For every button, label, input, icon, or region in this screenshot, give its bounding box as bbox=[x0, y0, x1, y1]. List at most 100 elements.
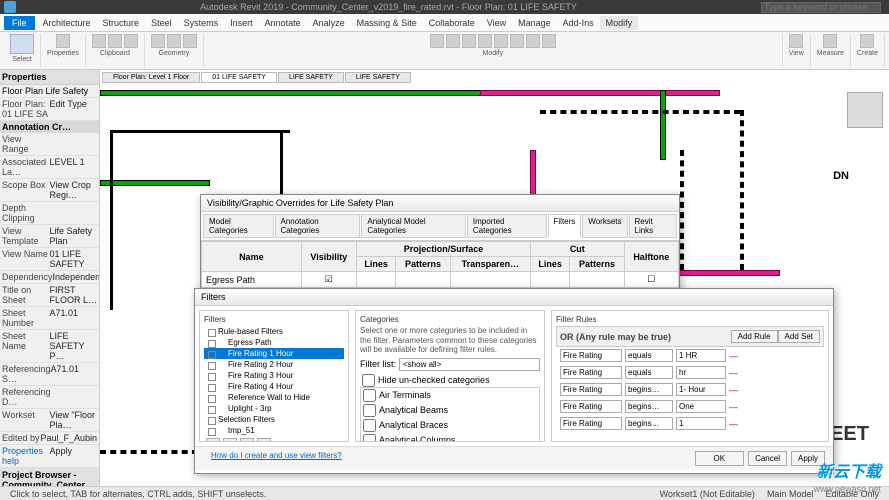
rule-operator-select[interactable]: begins… bbox=[625, 400, 673, 413]
filter-tree-item[interactable]: Fire Rating 1 Hour bbox=[204, 348, 344, 359]
property-row[interactable]: Edited byPaul_F_Aubin bbox=[0, 432, 99, 445]
menu-tab-analyze[interactable]: Analyze bbox=[307, 16, 351, 30]
menu-tab-structure[interactable]: Structure bbox=[97, 16, 146, 30]
view-icon[interactable] bbox=[789, 34, 803, 48]
measure-icon[interactable] bbox=[823, 34, 837, 48]
scale-icon[interactable] bbox=[542, 34, 556, 48]
vg-tab[interactable]: Revit Links bbox=[629, 214, 678, 238]
menu-tab-systems[interactable]: Systems bbox=[178, 16, 225, 30]
menu-tab-collaborate[interactable]: Collaborate bbox=[423, 16, 481, 30]
delete-rule-icon[interactable]: — bbox=[729, 368, 739, 378]
properties-help[interactable]: Properties help Apply bbox=[0, 445, 99, 468]
status-main-model[interactable]: Main Model bbox=[767, 489, 814, 499]
property-row[interactable]: View Name01 LIFE SAFETY bbox=[0, 248, 99, 271]
vg-tab[interactable]: Model Categories bbox=[203, 214, 274, 238]
property-row[interactable]: Depth Clipping bbox=[0, 202, 99, 225]
filter-tree-item[interactable]: Fire Rating 3 Hour bbox=[204, 370, 344, 381]
mirror-icon[interactable] bbox=[478, 34, 492, 48]
menu-tab-add-ins[interactable]: Add-Ins bbox=[557, 16, 600, 30]
filter-tree-item[interactable]: Fire Rating 4 Hour bbox=[204, 381, 344, 392]
menu-tab-steel[interactable]: Steel bbox=[145, 16, 178, 30]
vg-tab[interactable]: Filters bbox=[548, 214, 582, 238]
category-checkbox[interactable]: Analytical Columns bbox=[361, 433, 539, 442]
cut-icon[interactable] bbox=[108, 34, 122, 48]
modify-tool-icon[interactable] bbox=[10, 34, 34, 54]
help-search-input[interactable] bbox=[761, 2, 881, 13]
category-checkbox[interactable]: Analytical Beams bbox=[361, 403, 539, 418]
property-row[interactable]: Associated La…LEVEL 1 bbox=[0, 156, 99, 179]
menu-tab-architecture[interactable]: Architecture bbox=[37, 16, 97, 30]
category-checkbox[interactable]: Analytical Braces bbox=[361, 418, 539, 433]
vg-filter-row[interactable]: Egress Path☑☐ bbox=[202, 272, 679, 288]
property-row[interactable]: Scope BoxView Crop Regi… bbox=[0, 179, 99, 202]
delete-filter-icon[interactable] bbox=[257, 438, 271, 442]
vg-tab[interactable]: Annotation Categories bbox=[275, 214, 361, 238]
filter-tree-item[interactable]: Uplight - 3rp bbox=[204, 403, 344, 414]
rule-value-input[interactable]: One bbox=[676, 400, 726, 413]
help-link[interactable]: How do I create and use view filters? bbox=[203, 451, 342, 466]
menu-tab-modify[interactable]: Modify bbox=[600, 16, 639, 30]
property-row[interactable]: Referencing D… bbox=[0, 386, 99, 409]
category-checkbox[interactable]: Air Terminals bbox=[361, 388, 539, 403]
rule-value-input[interactable]: 1- Hour bbox=[676, 383, 726, 396]
menu-tab-view[interactable]: View bbox=[481, 16, 512, 30]
new-filter-icon[interactable] bbox=[206, 438, 220, 442]
offset-icon[interactable] bbox=[526, 34, 540, 48]
rule-param-select[interactable]: Fire Rating bbox=[560, 400, 622, 413]
hide-unchecked-checkbox[interactable]: Hide un-checked categories bbox=[360, 374, 492, 386]
property-row[interactable]: Referencing S…A71.01 bbox=[0, 363, 99, 386]
rule-value-input[interactable]: 1 HR bbox=[676, 349, 726, 362]
rule-operator-select[interactable]: begins… bbox=[625, 417, 673, 430]
vg-tab[interactable]: Worksets bbox=[582, 214, 627, 238]
rule-value-input[interactable]: 1 bbox=[676, 417, 726, 430]
menu-tab-insert[interactable]: Insert bbox=[224, 16, 259, 30]
vg-tab[interactable]: Imported Categories bbox=[467, 214, 547, 238]
filter-list-select[interactable]: <show all> bbox=[399, 358, 540, 371]
rule-param-select[interactable]: Fire Rating bbox=[560, 383, 622, 396]
type-selector[interactable]: Floor Plan Life Safety bbox=[0, 85, 99, 98]
create-icon[interactable] bbox=[860, 34, 874, 48]
menu-tab-annotate[interactable]: Annotate bbox=[259, 16, 307, 30]
filter-tree-item[interactable]: Fire Rating 2 Hour bbox=[204, 359, 344, 370]
categories-list[interactable]: Air TerminalsAnalytical BeamsAnalytical … bbox=[360, 387, 540, 442]
rule-operator-select[interactable]: equals bbox=[625, 366, 673, 379]
delete-rule-icon[interactable]: — bbox=[729, 385, 739, 395]
rule-param-select[interactable]: Fire Rating bbox=[560, 417, 622, 430]
join-icon[interactable] bbox=[167, 34, 181, 48]
instance-selector[interactable]: Floor Plan: 01 LIFE SA Edit Type bbox=[0, 98, 99, 121]
rule-param-select[interactable]: Fire Rating bbox=[560, 349, 622, 362]
file-menu[interactable]: File bbox=[4, 16, 35, 30]
rule-value-input[interactable]: hr bbox=[676, 366, 726, 379]
property-row[interactable]: WorksetView "Floor Pla… bbox=[0, 409, 99, 432]
tree-rule-based[interactable]: Rule-based Filters bbox=[204, 326, 344, 337]
property-row[interactable]: View Range bbox=[0, 133, 99, 156]
copy-icon[interactable] bbox=[124, 34, 138, 48]
duplicate-filter-icon[interactable] bbox=[223, 438, 237, 442]
cope-icon[interactable] bbox=[151, 34, 165, 48]
menu-tab-manage[interactable]: Manage bbox=[512, 16, 557, 30]
ok-button[interactable]: OK bbox=[695, 451, 745, 466]
filter-tree-item[interactable]: Egress Path bbox=[204, 337, 344, 348]
properties-icon[interactable] bbox=[56, 34, 70, 48]
rename-filter-icon[interactable] bbox=[240, 438, 254, 442]
split-icon[interactable] bbox=[183, 34, 197, 48]
trim-icon[interactable] bbox=[510, 34, 524, 48]
rotate-icon[interactable] bbox=[462, 34, 476, 48]
align-icon[interactable] bbox=[430, 34, 444, 48]
tree-sel-item[interactable]: tmp_51 bbox=[204, 425, 344, 436]
delete-rule-icon[interactable]: — bbox=[729, 419, 739, 429]
property-row[interactable]: DependencyIndependent bbox=[0, 271, 99, 284]
tree-selection-filters[interactable]: Selection Filters bbox=[204, 414, 344, 425]
rule-operator-select[interactable]: begins… bbox=[625, 383, 673, 396]
vg-tab[interactable]: Analytical Model Categories bbox=[361, 214, 466, 238]
rule-param-select[interactable]: Fire Rating bbox=[560, 366, 622, 379]
property-row[interactable]: Sheet NumberA71.01 bbox=[0, 307, 99, 330]
delete-rule-icon[interactable]: — bbox=[729, 402, 739, 412]
rule-operator-select[interactable]: equals bbox=[625, 349, 673, 362]
cancel-button[interactable]: Cancel bbox=[748, 451, 787, 466]
add-rule-button[interactable]: Add Rule bbox=[731, 330, 778, 343]
add-set-button[interactable]: Add Set bbox=[778, 330, 820, 343]
filter-tree-item[interactable]: Reference Wall to Hide bbox=[204, 392, 344, 403]
property-row[interactable]: Sheet NameLIFE SAFETY P… bbox=[0, 330, 99, 363]
status-workset[interactable]: Workset1 (Not Editable) bbox=[660, 489, 755, 499]
